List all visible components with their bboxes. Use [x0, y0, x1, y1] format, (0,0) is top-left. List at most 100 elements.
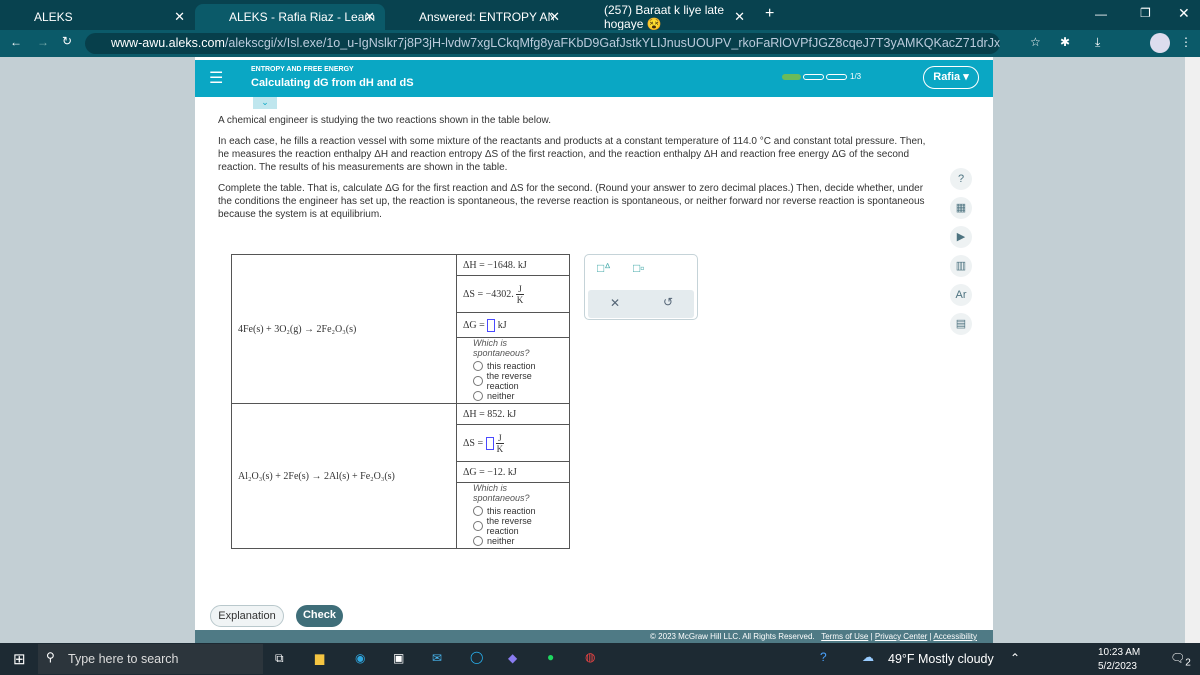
footer: © 2023 McGraw Hill LLC. All Rights Reser… — [195, 630, 993, 643]
back-icon[interactable]: ← — [10, 35, 22, 49]
close-icon[interactable]: ✕ — [364, 9, 375, 25]
help-tray-icon[interactable]: ? — [820, 650, 827, 664]
bing-icon[interactable]: ◆ — [508, 651, 517, 665]
reload-icon[interactable]: ↻ — [62, 34, 72, 48]
privacy-link[interactable]: Privacy Center — [875, 632, 927, 641]
edge-icon[interactable]: ◉ — [355, 651, 365, 665]
header: ☰ ENTROPY AND FREE ENERGY Calculating dG… — [195, 60, 993, 97]
periodic-table-icon[interactable]: Ar — [950, 284, 972, 306]
copyright: © 2023 McGraw Hill LLC. All Rights Reser… — [650, 632, 815, 641]
progress-bar — [782, 74, 847, 80]
dg-input[interactable] — [487, 318, 496, 332]
reaction-2-equation: Al₂O₃(s) + 2Fe(s) → 2Al(s) + Fe₂O₃(s) — [231, 403, 457, 549]
ds-input[interactable] — [485, 436, 494, 450]
reference-icon[interactable]: ▤ — [950, 313, 972, 335]
dh-value: ΔH = 852. kJ — [456, 403, 570, 425]
spontaneity-2: Which is spontaneous? this reaction the … — [456, 482, 570, 549]
help-icon[interactable]: ? — [950, 168, 972, 190]
clock-date[interactable]: 5/2/2023 — [1098, 661, 1137, 672]
chrome-icon[interactable]: ◍ — [585, 650, 595, 664]
reaction-1-equation: 4Fe(s) + 3O₂(g) → 2Fe₂O₃(s) — [231, 254, 457, 404]
ds-value: ΔS = −4302. JK — [456, 275, 570, 313]
problem-text: A chemical engineer is studying the two … — [218, 114, 928, 229]
dg-value: ΔG = −12. kJ — [456, 461, 570, 483]
calculator-icon[interactable]: ▦ — [950, 197, 972, 219]
tab-youtube[interactable]: (257) Baraat k liye late hogaye 😵 ✕ — [570, 3, 755, 31]
chart-icon[interactable]: ▥ — [950, 255, 972, 277]
weather-text[interactable]: 49°F Mostly cloudy — [888, 652, 994, 666]
setup: In each case, he fills a reaction vessel… — [218, 136, 926, 173]
instructions: Complete the table. That is, calculate Δ… — [218, 183, 925, 220]
close-icon[interactable]: ✕ — [549, 9, 560, 25]
minimize-button[interactable]: — — [1095, 7, 1107, 21]
download-icon[interactable]: ⤓ — [1095, 35, 1100, 50]
task-view-icon[interactable]: ⧉ — [275, 651, 284, 666]
close-window-button[interactable]: ✕ — [1178, 5, 1190, 22]
clock-time[interactable]: 10:23 AM — [1098, 647, 1140, 658]
topic-label: ENTROPY AND FREE ENERGY — [251, 66, 354, 73]
chevron-up-icon[interactable]: ⌃ — [1010, 651, 1020, 665]
notification-count: 2 — [1185, 657, 1191, 669]
dg-row: ΔG = kJ — [456, 312, 570, 338]
toolbar-actions: ✕ ↺ — [588, 290, 694, 318]
math-toolbar: □ᐞ □▫ ✕ ↺ — [584, 254, 698, 320]
forward-icon[interactable]: → — [37, 35, 49, 49]
tab-label: ALEKS — [34, 10, 73, 24]
url-field[interactable]: www-awu.aleks.com/alekscgi/x/Isl.exe/1o_… — [85, 33, 1000, 54]
clear-icon[interactable]: ✕ — [610, 296, 620, 310]
dh-value: ΔH = −1648. kJ — [456, 254, 570, 276]
superscript-icon[interactable]: □ᐞ — [597, 261, 611, 275]
user-name: Rafia — [933, 71, 961, 83]
close-icon[interactable]: ✕ — [174, 9, 185, 25]
hamburger-menu-icon[interactable]: ☰ — [209, 68, 223, 88]
accessibility-link[interactable]: Accessibility — [933, 632, 977, 641]
mail-icon[interactable]: ✉ — [432, 651, 442, 665]
subscript-icon[interactable]: □▫ — [633, 261, 645, 275]
video-icon[interactable]: ▶ — [950, 226, 972, 248]
taskbar: ⊞ Type here to search ⚲ ⧉ ▆ ◉ ▣ ✉ ◯ ◆ ● … — [0, 643, 1200, 675]
explanation-button[interactable]: Explanation — [210, 605, 284, 627]
question: Which is spontaneous? — [473, 338, 530, 358]
new-tab-button[interactable]: + — [765, 5, 774, 23]
user-menu-button[interactable]: Rafia ▾ — [923, 66, 979, 89]
tab-label: (257) Baraat k liye late hogaye 😵 — [604, 3, 725, 31]
close-icon[interactable]: ✕ — [734, 9, 745, 25]
reaction-table: 4Fe(s) + 3O₂(g) → 2Fe₂O₃(s) ΔH = −1648. k… — [231, 254, 570, 549]
tab-strip: ALEKS ✕ ALEKS - Rafia Riaz - Learn ✕ Answe… — [0, 0, 1200, 31]
search-placeholder: Type here to search — [68, 652, 179, 666]
option-reverse-reaction[interactable]: the reverse reaction — [463, 371, 563, 391]
alexa-icon[interactable]: ◯ — [470, 650, 483, 664]
notifications-icon[interactable]: 🗨2 — [1170, 651, 1191, 668]
intro: A chemical engineer is studying the two … — [218, 115, 551, 126]
check-button[interactable]: Check — [296, 605, 343, 627]
star-icon[interactable]: ☆ — [1030, 35, 1041, 49]
question: Which is spontaneous? — [473, 483, 530, 503]
progress-text: 1/3 — [850, 72, 862, 81]
menu-icon[interactable]: ⋮ — [1180, 35, 1192, 49]
ds-row: ΔS = JK — [456, 424, 570, 462]
url-path: /alekscgi/x/Isl.exe/1o_u-IgNslkr7j8P3jH-… — [224, 36, 1000, 50]
tab-aleks-learn[interactable]: ALEKS - Rafia Riaz - Learn ✕ — [195, 4, 385, 30]
terms-link[interactable]: Terms of Use — [821, 632, 868, 641]
spotify-icon[interactable]: ● — [547, 650, 554, 664]
collapse-chevron-icon[interactable]: ⌄ — [253, 97, 277, 109]
maximize-button[interactable]: ❐ — [1140, 6, 1151, 20]
option-reverse-reaction[interactable]: the reverse reaction — [463, 516, 563, 536]
address-bar: ← → ↻ www-awu.aleks.com/alekscgi/x/Isl.e… — [0, 30, 1200, 57]
url-host: www-awu.aleks.com — [111, 36, 225, 50]
weather-icon: ☁ — [862, 650, 874, 664]
taskbar-search[interactable]: Type here to search — [38, 644, 263, 674]
profile-avatar[interactable] — [1150, 33, 1170, 53]
store-icon[interactable]: ▣ — [393, 651, 404, 665]
tab-label: Answered: ENTROPY AND FREE E — [419, 10, 554, 24]
file-explorer-icon[interactable]: ▆ — [315, 651, 324, 665]
undo-icon[interactable]: ↺ — [663, 295, 673, 309]
windows-start-icon[interactable]: ⊞ — [13, 650, 26, 668]
extensions-icon[interactable]: ✱ — [1060, 35, 1070, 49]
tab-aleks[interactable]: ALEKS ✕ — [0, 4, 195, 30]
tab-answered[interactable]: Answered: ENTROPY AND FREE E✕ — [385, 4, 570, 30]
page-title: Calculating dG from dH and dS — [251, 77, 414, 89]
scrollbar[interactable] — [1185, 57, 1200, 643]
spontaneity-1: Which is spontaneous? this reaction the … — [456, 337, 570, 404]
search-icon: ⚲ — [46, 650, 55, 664]
